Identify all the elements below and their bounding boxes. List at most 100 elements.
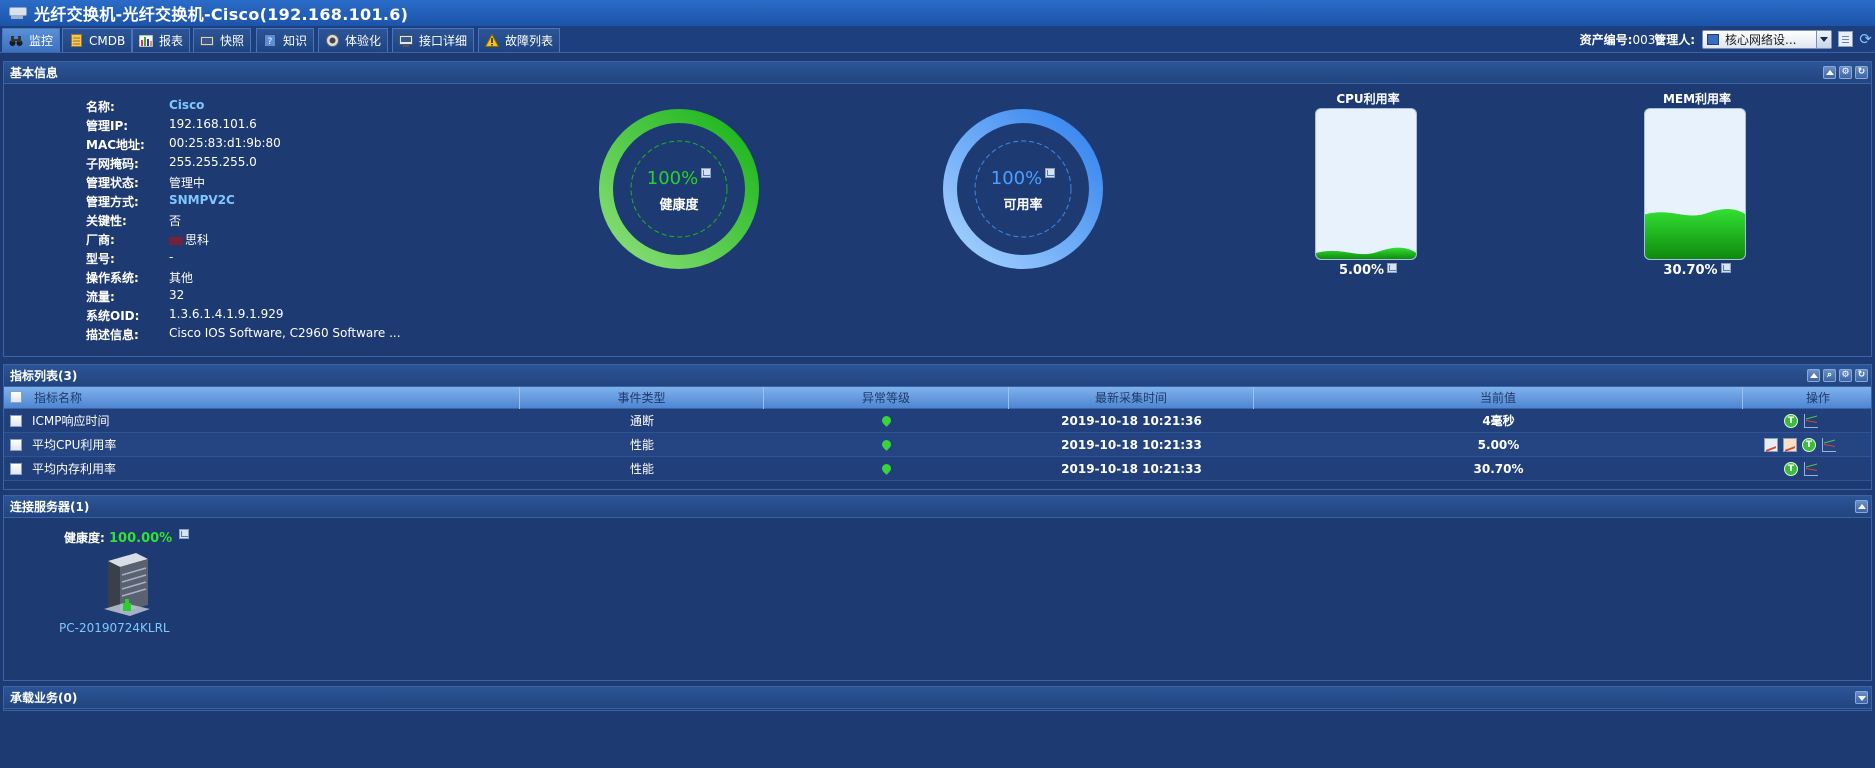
table-row[interactable]: 平均内存利用率 性能 2019-10-18 10:21:33 30.70% T <box>4 457 1871 481</box>
settings-icon[interactable]: ⚙ <box>1839 369 1852 382</box>
tab-knowledge[interactable]: ? 知识 <box>256 28 315 52</box>
table-row[interactable]: 平均CPU利用率 性能 2019-10-18 10:21:33 5.00% T <box>4 433 1871 457</box>
availability-percent: 100% <box>990 168 1043 189</box>
manager-select[interactable]: 核心网络设... <box>1702 30 1832 49</box>
switch-device-icon <box>8 5 27 21</box>
mem-usage-value: 30.70% <box>1663 263 1718 278</box>
refresh-icon[interactable]: ↻ <box>1855 66 1868 79</box>
tab-report[interactable]: 报表 <box>132 28 191 52</box>
trend-chart-icon[interactable] <box>1045 168 1056 178</box>
column-header-type[interactable]: 事件类型 <box>520 387 764 409</box>
row-checkbox[interactable] <box>10 415 22 427</box>
vendor-logo-icon <box>169 236 183 245</box>
report-icon <box>139 34 153 48</box>
availability-ring <box>943 109 1103 269</box>
servers-panel: 连接服务器(1) 健康度: 100.00% PC-20190724KLRL <box>3 495 1872 681</box>
metric-name[interactable]: 平均CPU利用率 <box>28 433 520 457</box>
health-arc <box>599 109 759 269</box>
document-icon[interactable] <box>1838 31 1853 47</box>
row-checkbox[interactable] <box>10 463 22 475</box>
expand-icon[interactable] <box>1855 691 1868 704</box>
health-label: 健康度 <box>659 198 699 213</box>
basic-info-panel: 基本信息 ⚙ ↻ 名称: Cisco 管理IP: 192.168.101.6 MAC… <box>3 61 1872 357</box>
mem-fill <box>1645 209 1745 259</box>
metric-name[interactable]: ICMP响应时间 <box>28 409 520 433</box>
trend-chart-icon[interactable] <box>1387 263 1398 273</box>
line-chart-icon[interactable] <box>1764 438 1778 452</box>
column-header-value[interactable]: 当前值 <box>1254 387 1743 409</box>
cpu-usage-value: 5.00% <box>1338 263 1385 278</box>
history-chart-icon[interactable] <box>1783 438 1797 452</box>
warning-icon <box>485 34 499 48</box>
trend-chart-icon[interactable] <box>1822 438 1836 452</box>
health-gauge: 100% 健康度 <box>596 106 762 272</box>
asset-label: 资产编号: <box>1579 33 1633 47</box>
current-value: 5.00% <box>1477 438 1520 452</box>
experience-icon <box>325 34 339 48</box>
trend-chart-icon[interactable] <box>179 529 190 539</box>
info-row-mask: 子网掩码: 255.255.255.0 <box>86 155 257 171</box>
device-name-link[interactable]: Cisco <box>169 98 204 112</box>
info-row-mac: MAC地址: 00:25:83:d1:9b:80 <box>86 136 281 152</box>
snapshot-icon <box>200 34 214 48</box>
threshold-icon[interactable]: T <box>1784 414 1798 428</box>
info-row-vendor: 厂商: 思科 <box>86 233 210 247</box>
tab-experience[interactable]: 体验化 <box>318 28 389 52</box>
column-header-name[interactable]: 指标名称 <box>28 387 520 409</box>
column-header-time[interactable]: 最新采集时间 <box>1009 387 1254 409</box>
collapse-icon[interactable] <box>1807 369 1820 382</box>
trend-chart-icon[interactable] <box>1804 414 1818 428</box>
availability-gauge: 100% 可用率 <box>940 106 1106 272</box>
threshold-icon[interactable]: T <box>1784 462 1798 476</box>
column-header-level[interactable]: 异常等级 <box>764 387 1009 409</box>
row-checkbox[interactable] <box>10 439 22 451</box>
metrics-header: 指标列表(3) ⌕ ⚙ ↻ <box>4 365 1871 387</box>
select-all-checkbox[interactable] <box>10 391 22 403</box>
server-health-value: 100.00% <box>109 531 173 546</box>
info-row-description: 描述信息: Cisco IOS Software, C2960 Software … <box>86 326 401 342</box>
manager-select-value: 核心网络设... <box>1725 33 1797 47</box>
metrics-table: 指标名称 事件类型 异常等级 最新采集时间 当前值 操作 ICMP响应时间 通断… <box>4 387 1871 481</box>
tab-interface-detail[interactable]: 接口详细 <box>392 28 475 52</box>
tab-fault-list[interactable]: 故障列表 <box>478 28 561 52</box>
normal-level-icon <box>882 416 891 428</box>
server-name-link[interactable]: PC-20190724KLRL <box>59 621 170 635</box>
trend-chart-icon[interactable] <box>1804 462 1818 476</box>
server-health: 健康度: 100.00% <box>64 529 190 546</box>
current-value: 30.70% <box>1473 462 1524 476</box>
availability-label: 可用率 <box>1003 198 1043 213</box>
asset-number: 资产编号:0030 <box>1580 31 1663 48</box>
threshold-icon[interactable]: T <box>1802 438 1816 452</box>
mem-usage-tank <box>1644 108 1746 260</box>
manage-mode-link[interactable]: SNMPV2C <box>169 193 235 207</box>
cpu-gauge-title: CPU利用率 <box>1336 92 1400 106</box>
servers-header: 连接服务器(1) <box>4 496 1871 518</box>
trend-chart-icon[interactable] <box>1720 263 1731 273</box>
business-header: 承载业务(0) <box>4 687 1871 709</box>
info-row-critical: 关键性: 否 <box>86 214 182 228</box>
chevron-down-icon[interactable] <box>1816 31 1831 48</box>
table-row[interactable]: ICMP响应时间 通断 2019-10-18 10:21:36 4毫秒 T <box>4 409 1871 433</box>
trend-chart-icon[interactable] <box>701 168 712 178</box>
normal-level-icon <box>882 440 891 452</box>
info-row-os: 操作系统: 其他 <box>86 271 194 285</box>
tab-snapshot[interactable]: 快照 <box>193 28 252 52</box>
current-value: 4毫秒 <box>1482 414 1515 428</box>
server-icon[interactable] <box>102 551 152 617</box>
tab-monitor[interactable]: 监控 <box>2 28 61 52</box>
business-title: 承载业务(0) <box>10 691 78 705</box>
collapse-icon[interactable] <box>1855 500 1868 513</box>
refresh-icon[interactable]: ⟳ <box>1858 31 1873 47</box>
tab-cmdb[interactable]: CMDB <box>62 28 133 52</box>
refresh-icon[interactable]: ↻ <box>1855 369 1868 382</box>
search-icon[interactable]: ⌕ <box>1823 369 1836 382</box>
metric-name[interactable]: 平均内存利用率 <box>28 457 520 481</box>
settings-icon[interactable]: ⚙ <box>1839 66 1852 79</box>
info-row-model: 型号: - <box>86 250 174 266</box>
table-header: 指标名称 事件类型 异常等级 最新采集时间 当前值 操作 <box>4 387 1871 409</box>
info-row-traffic: 流量: 32 <box>86 288 185 304</box>
cpu-usage-tank <box>1315 108 1417 260</box>
health-ring <box>599 109 759 269</box>
collapse-icon[interactable] <box>1823 66 1836 79</box>
servers-title: 连接服务器(1) <box>10 500 90 514</box>
